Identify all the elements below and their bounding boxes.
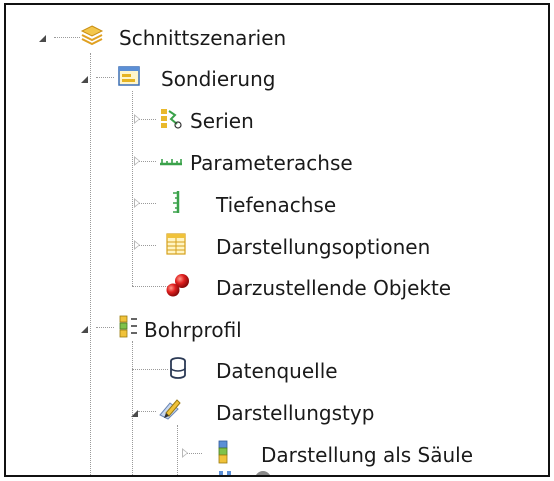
tree-item-label: Darstellung als Säule (261, 443, 474, 467)
tree-item-label: Schnittszenarien (119, 26, 287, 50)
tree-guide-line (96, 77, 114, 78)
tree-guide-line (132, 286, 168, 287)
expand-toggle[interactable] (134, 114, 140, 124)
options-table-icon (166, 233, 186, 255)
partial-row-icon (219, 471, 270, 475)
window-panel-icon (118, 66, 140, 86)
tree-guide-line (138, 245, 156, 246)
tree-guide-line (138, 119, 156, 120)
expand-toggle[interactable] (134, 198, 140, 208)
tree-guide-line (138, 203, 156, 204)
column-bar-icon (218, 440, 228, 464)
tree-guide-line (54, 37, 80, 38)
tree-guide-line (132, 91, 133, 286)
tree-guide-line (90, 53, 91, 475)
tree-item-label: Serien (190, 109, 254, 133)
horizontal-axis-icon (160, 159, 182, 166)
collapse-toggle[interactable] (39, 35, 46, 42)
database-icon (170, 357, 186, 379)
collapse-toggle[interactable] (81, 326, 88, 333)
tree-item-label: Bohrprofil (144, 318, 242, 342)
pencil-tool-icon (159, 399, 181, 420)
expand-toggle[interactable] (134, 156, 140, 166)
tree-item-label: Darstellungsoptionen (216, 235, 431, 259)
tree-item-label: Datenquelle (216, 359, 338, 383)
borehole-profile-icon (119, 315, 137, 338)
expand-toggle[interactable] (182, 448, 188, 458)
tree-guide-line (96, 327, 114, 328)
tree-guide-line (138, 161, 156, 162)
collapse-toggle[interactable] (131, 410, 138, 417)
tree-item-label: Tiefenachse (216, 193, 337, 217)
tree-view-panel: Schnittszenarien Sondierung Serien Param… (4, 3, 550, 477)
tree-guide-line (132, 369, 168, 370)
red-spheres-icon (166, 274, 189, 297)
tree-guide-line (177, 425, 178, 475)
vertical-axis-icon (173, 191, 180, 213)
tree-item-label: Darstellungstyp (216, 401, 375, 425)
tree-guide-line (138, 411, 156, 412)
layers-stack-icon (80, 25, 104, 46)
collapse-toggle[interactable] (81, 76, 88, 83)
tree-item-label: Darzustellende Objekte (216, 276, 452, 300)
expand-toggle[interactable] (134, 240, 140, 250)
tree-guide-line (132, 341, 133, 475)
series-grid-icon (161, 109, 182, 129)
tree-item-label: Sondierung (161, 67, 276, 91)
tree-item-label: Parameterachse (190, 151, 353, 175)
